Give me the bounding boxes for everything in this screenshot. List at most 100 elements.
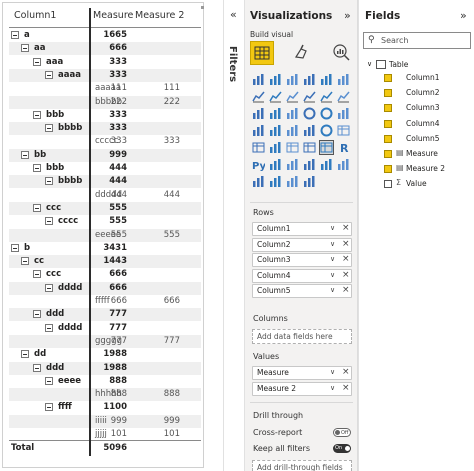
- collapse-toggle-icon[interactable]: [45, 177, 53, 186]
- rows-field-pill[interactable]: Column4 ∨ ×: [252, 268, 352, 283]
- collapse-toggle-icon[interactable]: [45, 403, 53, 412]
- collapse-toggle-icon[interactable]: [45, 323, 53, 332]
- matrix-icon[interactable]: [319, 140, 334, 155]
- collapse-toggle-icon[interactable]: [33, 164, 41, 172]
- map-icon[interactable]: [252, 124, 265, 137]
- collapse-toggle-icon[interactable]: [33, 110, 41, 119]
- clustered-column-icon[interactable]: [303, 73, 316, 86]
- collapse-toggle-icon[interactable]: [21, 150, 29, 159]
- chevron-down-icon[interactable]: ∨: [330, 271, 335, 279]
- collapse-toggle-icon[interactable]: [21, 350, 29, 359]
- qa-icon[interactable]: [303, 158, 316, 171]
- field-checkbox[interactable]: [384, 150, 392, 158]
- rows-field-pill[interactable]: Column5 ∨ ×: [252, 284, 352, 299]
- filters-label[interactable]: Filters: [227, 46, 238, 82]
- close-icon[interactable]: ×: [342, 383, 350, 393]
- collapse-toggle-icon[interactable]: [21, 44, 29, 53]
- header-column1[interactable]: Column1: [14, 10, 56, 21]
- line-column-icon[interactable]: [303, 90, 316, 103]
- powerapps-icon[interactable]: [269, 175, 282, 188]
- power-automate-icon[interactable]: [286, 175, 299, 188]
- area-chart-icon[interactable]: [269, 90, 282, 103]
- ribbon-chart-icon[interactable]: [337, 90, 350, 103]
- field-checkbox[interactable]: [384, 134, 392, 143]
- shape-map-icon[interactable]: [286, 124, 299, 137]
- collapse-toggle-icon[interactable]: [45, 283, 53, 292]
- chevron-down-icon[interactable]: ∨: [330, 368, 335, 376]
- visual-corner-handle[interactable]: [201, 6, 204, 9]
- close-icon[interactable]: ×: [342, 270, 350, 280]
- card-icon[interactable]: [337, 124, 350, 137]
- header-measure[interactable]: Measure: [93, 10, 133, 21]
- gauge-icon[interactable]: [320, 124, 333, 137]
- decomposition-tree-icon[interactable]: [286, 158, 299, 171]
- key-influencers-icon[interactable]: [269, 158, 282, 171]
- close-icon[interactable]: ×: [342, 285, 350, 295]
- chevron-down-icon[interactable]: ∨: [330, 286, 335, 294]
- scatter-icon[interactable]: [286, 107, 299, 120]
- collapse-toggle-icon[interactable]: [33, 203, 41, 212]
- clustered-bar-icon[interactable]: [286, 73, 299, 86]
- header-measure2[interactable]: Measure 2: [135, 10, 184, 21]
- collapse-toggle-icon[interactable]: [11, 243, 19, 252]
- collapse-toggle-icon[interactable]: [33, 310, 41, 319]
- chevron-double-left-icon[interactable]: «: [230, 8, 237, 21]
- field-checkbox[interactable]: [384, 119, 392, 128]
- collapse-toggle-icon[interactable]: [45, 124, 53, 133]
- field-checkbox[interactable]: [384, 104, 392, 113]
- stacked-bar-icon[interactable]: [252, 73, 265, 86]
- treemap-icon[interactable]: [337, 107, 350, 120]
- close-icon[interactable]: ×: [342, 367, 350, 377]
- donut-chart-icon[interactable]: [320, 107, 333, 120]
- rows-field-pill[interactable]: Column3 ∨ ×: [252, 253, 352, 268]
- funnel-icon[interactable]: [269, 107, 282, 120]
- goals-icon[interactable]: [337, 158, 350, 171]
- close-icon[interactable]: ×: [342, 254, 350, 264]
- collapse-toggle-icon[interactable]: [33, 57, 41, 66]
- format-visual-tab[interactable]: [290, 41, 314, 65]
- pie-chart-icon[interactable]: [303, 107, 316, 120]
- paginated-icon[interactable]: [252, 175, 265, 188]
- collapse-toggle-icon[interactable]: [33, 363, 41, 372]
- filters-pane[interactable]: « Filters: [223, 0, 245, 471]
- smart-narrative-icon[interactable]: [320, 158, 333, 171]
- multirow-card-icon[interactable]: [252, 141, 265, 154]
- r-visual-icon[interactable]: R: [337, 141, 350, 154]
- collapse-toggle-icon[interactable]: [45, 217, 53, 226]
- collapse-toggle-icon[interactable]: [33, 270, 41, 279]
- chevron-down-icon[interactable]: ∨: [367, 60, 372, 68]
- field-checkbox[interactable]: [384, 180, 392, 189]
- drill-through-dropzone[interactable]: Add drill-through fields here: [252, 460, 352, 471]
- values-field-pill[interactable]: Measure 2 ∨ ×: [252, 382, 352, 396]
- chevron-down-icon[interactable]: ∨: [330, 384, 335, 392]
- chevron-double-right-icon[interactable]: »: [460, 9, 467, 22]
- slicer-icon[interactable]: [286, 141, 299, 154]
- stacked-area-icon[interactable]: [286, 90, 299, 103]
- 100-bar-icon[interactable]: [320, 73, 333, 86]
- search-input[interactable]: ⚲ Search: [363, 32, 471, 49]
- rows-field-pill[interactable]: Column1 ∨ ×: [252, 222, 352, 236]
- filled-map-icon[interactable]: [269, 124, 282, 137]
- collapse-toggle-icon[interactable]: [11, 31, 19, 39]
- field-checkbox[interactable]: [384, 74, 392, 82]
- chevron-down-icon[interactable]: ∨: [330, 255, 335, 263]
- columns-dropzone[interactable]: Add data fields here: [252, 329, 352, 344]
- line-chart-icon[interactable]: [252, 90, 265, 103]
- table-icon[interactable]: [303, 141, 316, 154]
- rows-field-pill[interactable]: Column2 ∨ ×: [252, 237, 352, 252]
- chevron-down-icon[interactable]: ∨: [330, 224, 335, 232]
- chevron-down-icon[interactable]: ∨: [330, 240, 335, 248]
- analytics-tab[interactable]: [330, 41, 354, 65]
- cross-report-toggle[interactable]: Off: [333, 428, 351, 437]
- values-field-pill[interactable]: Measure ∨ ×: [252, 366, 352, 380]
- collapse-toggle-icon[interactable]: [45, 376, 53, 385]
- matrix-visual[interactable]: Column1 Measure Measure 2 a 1665 aa 666 aaa 3…: [0, 0, 206, 471]
- 100-column-icon[interactable]: [337, 73, 350, 86]
- collapse-toggle-icon[interactable]: [21, 257, 29, 266]
- line-clustered-icon[interactable]: [320, 90, 333, 103]
- close-icon[interactable]: ×: [342, 239, 350, 249]
- kpi-icon[interactable]: [269, 141, 282, 154]
- chevron-double-right-icon[interactable]: »: [344, 9, 351, 22]
- azure-map-icon[interactable]: [303, 124, 316, 137]
- field-checkbox[interactable]: [384, 165, 392, 174]
